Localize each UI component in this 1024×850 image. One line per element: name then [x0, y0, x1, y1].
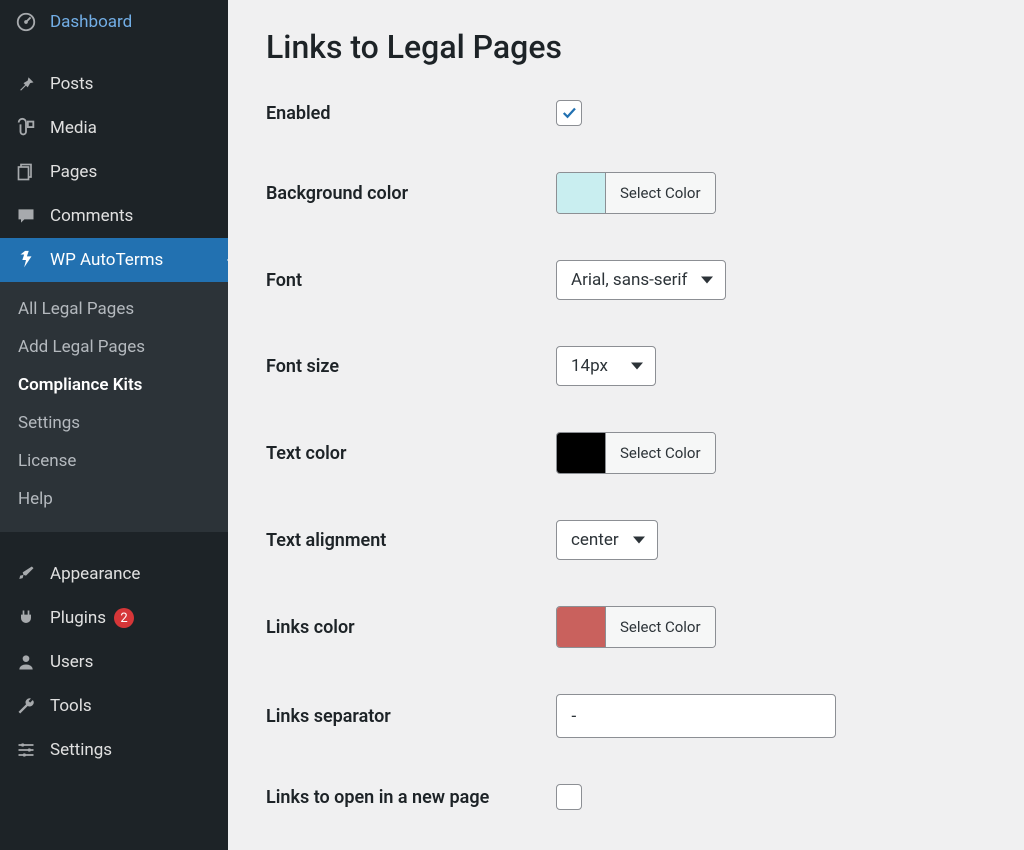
- row-links-new-page: Links to open in a new page: [266, 784, 986, 810]
- main-content: Links to Legal Pages Enabled Background …: [228, 0, 1024, 850]
- sidebar-item-settings[interactable]: Settings: [0, 728, 228, 772]
- row-text-color: Text color Select Color: [266, 432, 986, 474]
- links-separator-input[interactable]: [556, 694, 836, 738]
- comment-icon: [14, 204, 38, 228]
- sidebar-item-wp-autoterms[interactable]: WP AutoTerms: [0, 238, 228, 282]
- select-color-button[interactable]: Select Color: [605, 607, 715, 647]
- sidebar-item-dashboard[interactable]: Dashboard: [0, 0, 228, 44]
- dashboard-icon: [14, 10, 38, 34]
- row-background-color: Background color Select Color: [266, 172, 986, 214]
- sliders-icon: [14, 738, 38, 762]
- links-color-picker[interactable]: Select Color: [556, 606, 716, 648]
- submenu-item-help[interactable]: Help: [0, 480, 228, 518]
- sidebar-item-tools[interactable]: Tools: [0, 684, 228, 728]
- row-links-color: Links color Select Color: [266, 606, 986, 648]
- sidebar-item-label: Posts: [50, 74, 93, 94]
- label-font-size: Font size: [266, 356, 556, 377]
- sidebar-item-label: Settings: [50, 740, 112, 760]
- submenu-item-license[interactable]: License: [0, 442, 228, 480]
- update-badge: 2: [114, 608, 134, 628]
- sidebar-item-label: Plugins: [50, 608, 106, 628]
- sidebar-item-label: Dashboard: [50, 12, 132, 32]
- brush-icon: [14, 562, 38, 586]
- wrench-icon: [14, 694, 38, 718]
- sidebar-item-label: Tools: [50, 696, 92, 716]
- sidebar-submenu: All Legal Pages Add Legal Pages Complian…: [0, 282, 228, 532]
- sidebar-item-label: Comments: [50, 206, 133, 226]
- sidebar-item-posts[interactable]: Posts: [0, 62, 228, 106]
- text-color-picker[interactable]: Select Color: [556, 432, 716, 474]
- plug-icon: [14, 606, 38, 630]
- label-links-color: Links color: [266, 617, 556, 638]
- sidebar-item-users[interactable]: Users: [0, 640, 228, 684]
- row-text-alignment: Text alignment center: [266, 520, 986, 560]
- shield-icon: [14, 248, 38, 272]
- sidebar-item-media[interactable]: Media: [0, 106, 228, 150]
- text-alignment-select[interactable]: center: [556, 520, 658, 560]
- row-links-separator: Links separator: [266, 694, 986, 738]
- background-color-picker[interactable]: Select Color: [556, 172, 716, 214]
- select-color-button[interactable]: Select Color: [605, 173, 715, 213]
- row-font: Font Arial, sans-serif: [266, 260, 986, 300]
- color-swatch: [557, 607, 605, 647]
- color-swatch: [557, 173, 605, 213]
- sidebar-item-label: Users: [50, 652, 93, 672]
- label-links-new-page: Links to open in a new page: [266, 787, 556, 808]
- label-enabled: Enabled: [266, 103, 556, 124]
- media-icon: [14, 116, 38, 140]
- sidebar-item-pages[interactable]: Pages: [0, 150, 228, 194]
- links-new-page-checkbox[interactable]: [556, 784, 582, 810]
- submenu-item-add-legal-pages[interactable]: Add Legal Pages: [0, 328, 228, 366]
- page-title: Links to Legal Pages: [266, 28, 986, 66]
- color-swatch: [557, 433, 605, 473]
- sidebar-item-label: WP AutoTerms: [50, 250, 163, 270]
- font-size-select[interactable]: 14px: [556, 346, 656, 386]
- sidebar-item-label: Pages: [50, 162, 97, 182]
- label-text-alignment: Text alignment: [266, 530, 556, 551]
- sidebar-item-comments[interactable]: Comments: [0, 194, 228, 238]
- sidebar-item-appearance[interactable]: Appearance: [0, 552, 228, 596]
- user-icon: [14, 650, 38, 674]
- submenu-item-compliance-kits[interactable]: Compliance Kits: [0, 366, 228, 404]
- row-font-size: Font size 14px: [266, 346, 986, 386]
- submenu-item-all-legal-pages[interactable]: All Legal Pages: [0, 290, 228, 328]
- pages-icon: [14, 160, 38, 184]
- label-text-color: Text color: [266, 443, 556, 464]
- pin-icon: [14, 72, 38, 96]
- font-select[interactable]: Arial, sans-serif: [556, 260, 726, 300]
- sidebar-item-label: Appearance: [50, 564, 140, 584]
- label-font: Font: [266, 270, 556, 291]
- submenu-item-settings[interactable]: Settings: [0, 404, 228, 442]
- enabled-checkbox[interactable]: [556, 100, 582, 126]
- sidebar-item-plugins[interactable]: Plugins 2: [0, 596, 228, 640]
- row-enabled: Enabled: [266, 100, 986, 126]
- label-background-color: Background color: [266, 183, 556, 204]
- admin-sidebar: Dashboard Posts Media Pages Comments WP …: [0, 0, 228, 850]
- select-color-button[interactable]: Select Color: [605, 433, 715, 473]
- label-links-separator: Links separator: [266, 706, 556, 727]
- sidebar-item-label: Media: [50, 118, 97, 138]
